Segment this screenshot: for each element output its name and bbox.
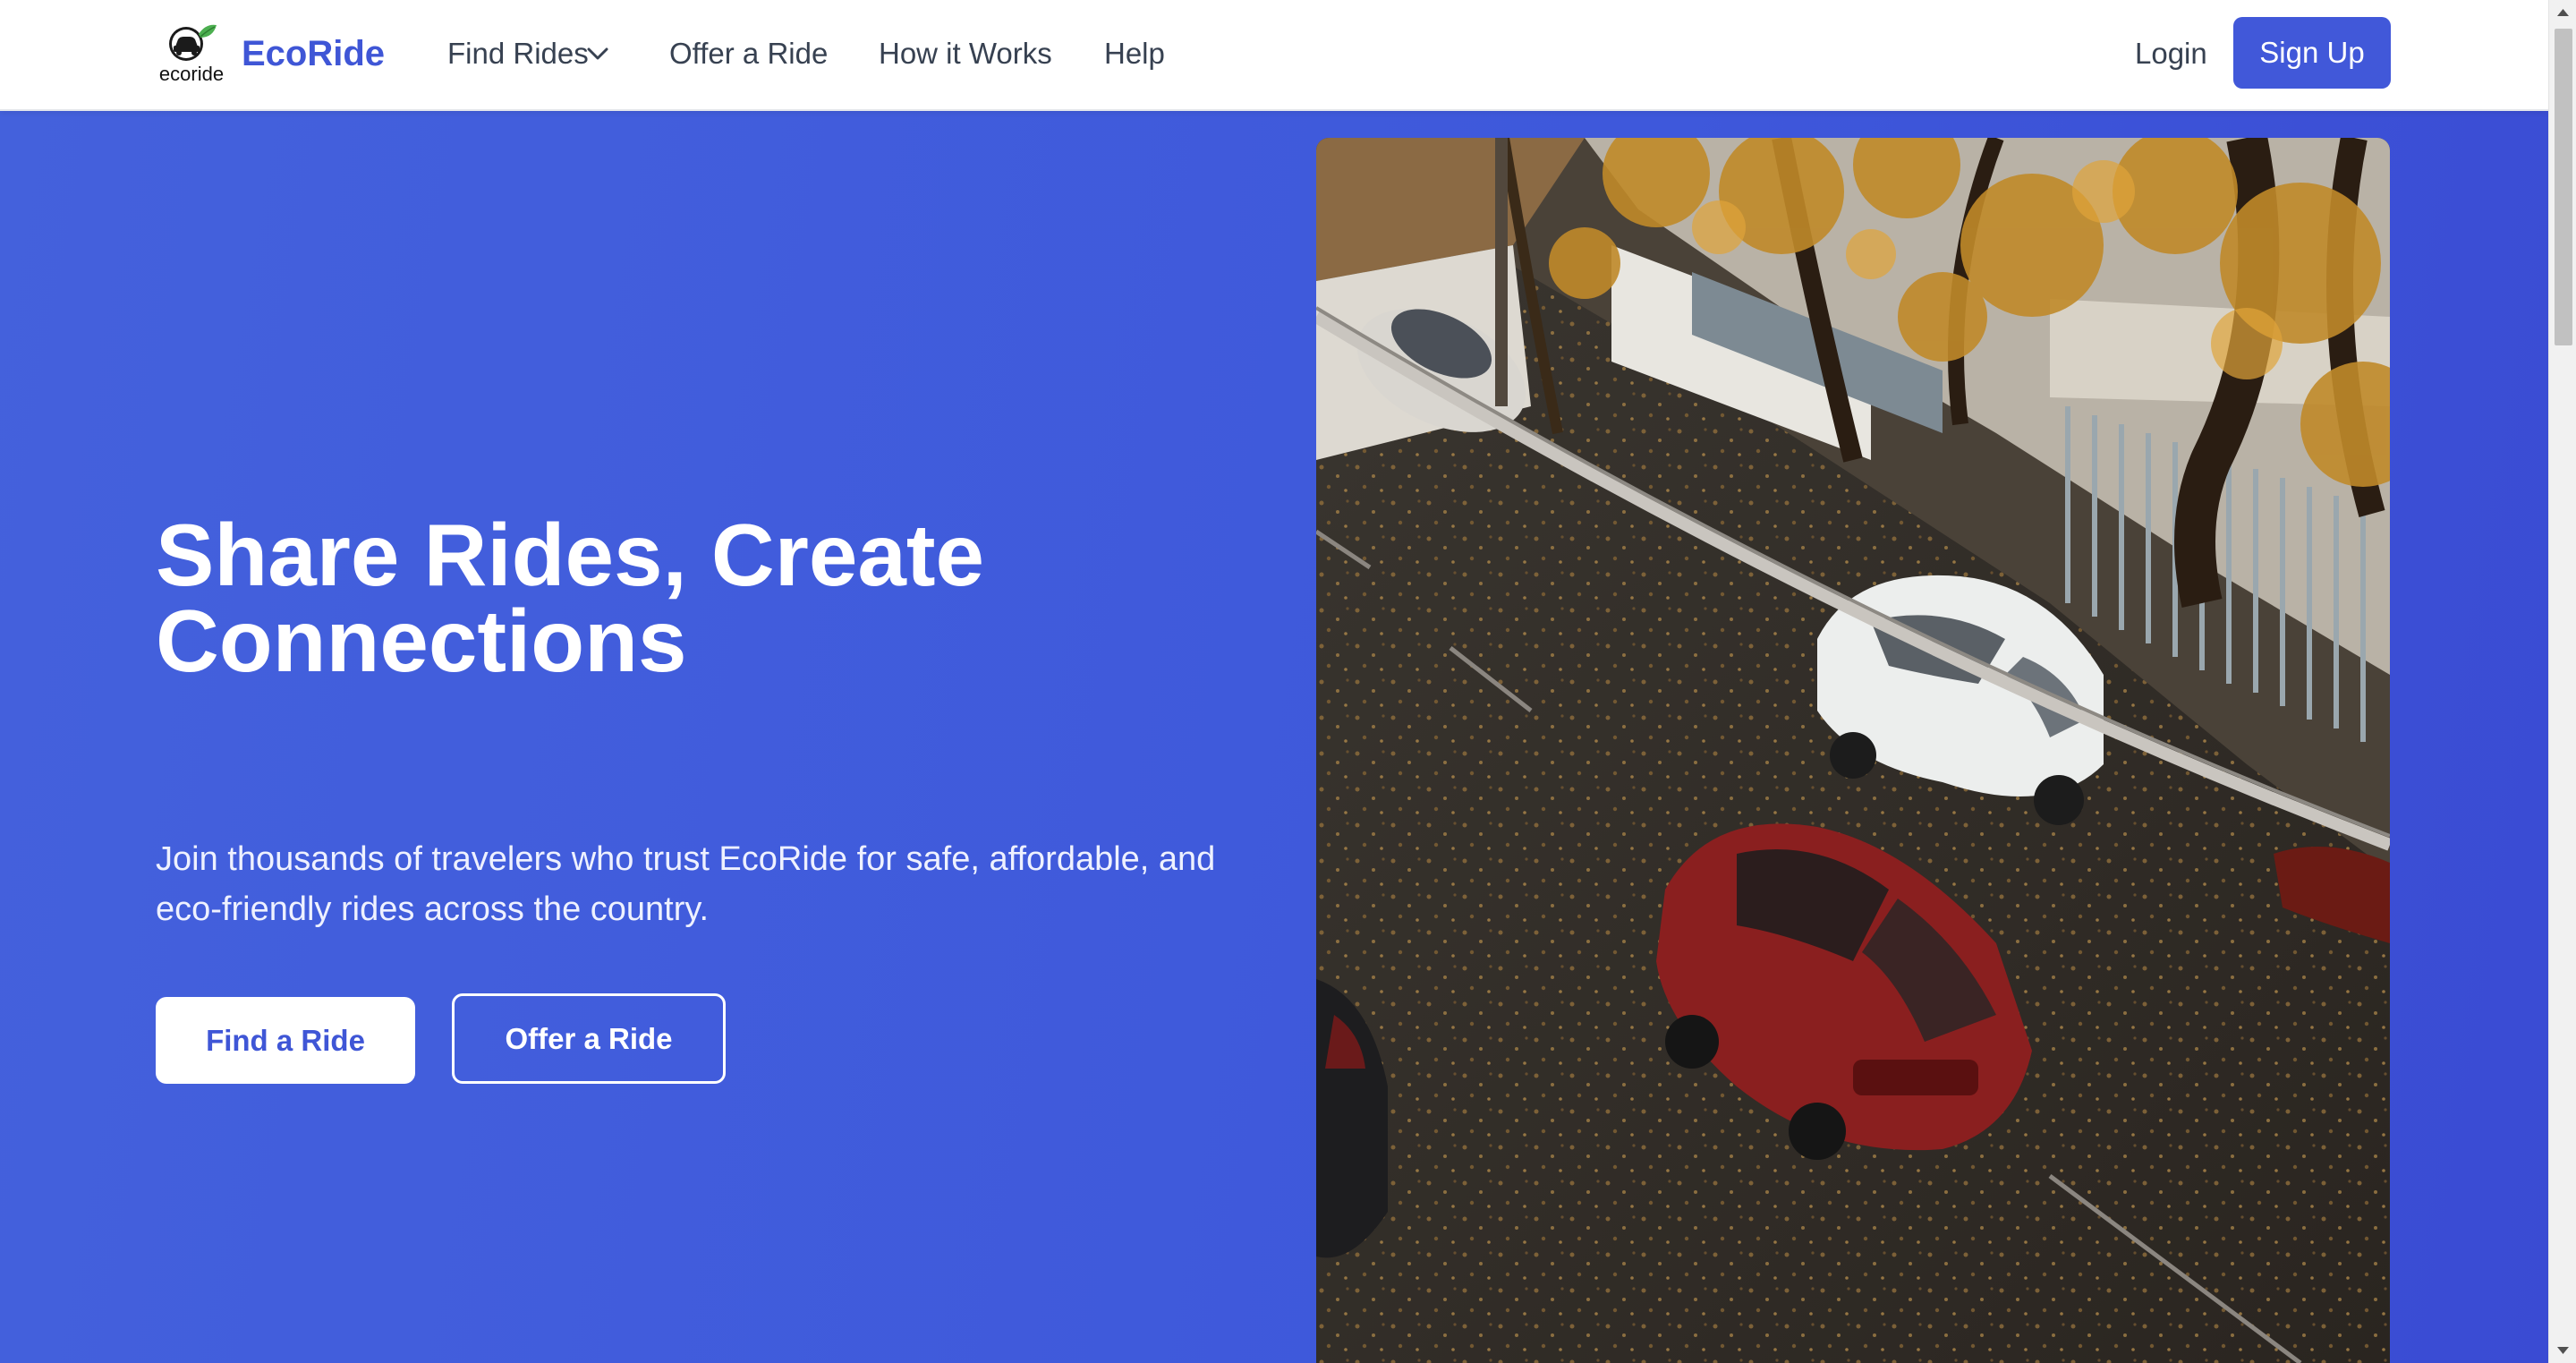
offer-ride-button[interactable]: Offer a Ride xyxy=(452,993,726,1084)
chevron-down-icon[interactable] xyxy=(583,43,612,64)
find-ride-button[interactable]: Find a Ride xyxy=(156,997,415,1084)
street-with-parked-cars-image xyxy=(1316,138,2390,1363)
nav-how-it-works[interactable]: How it Works xyxy=(879,27,1052,81)
brand-name[interactable]: EcoRide xyxy=(242,27,385,81)
login-link[interactable]: Login xyxy=(2135,27,2207,81)
hero-subtext: Join thousands of travelers who trust Ec… xyxy=(156,840,1216,928)
car-leaf-logo-icon: ecoride xyxy=(159,24,224,85)
street-photo xyxy=(1316,138,2390,1363)
ecoride-logo[interactable]: ecoride xyxy=(156,20,227,88)
scrollbar-thumb[interactable] xyxy=(2555,29,2572,345)
page: ecoride EcoRide Find Rides Offer a Ride … xyxy=(0,0,2548,1363)
nav-offer-ride[interactable]: Offer a Ride xyxy=(669,27,828,81)
headline-line-2: Connections xyxy=(156,592,687,690)
scroll-up-arrow-icon[interactable] xyxy=(2549,0,2576,25)
nav-find-rides[interactable]: Find Rides xyxy=(447,27,589,81)
vertical-scrollbar[interactable] xyxy=(2548,0,2576,1363)
signup-button[interactable]: Sign Up xyxy=(2233,17,2391,89)
nav-help[interactable]: Help xyxy=(1104,27,1165,81)
hero-headline: Share Rides, Create Connections xyxy=(156,511,1301,685)
headline-line-1: Share Rides, Create xyxy=(156,506,984,604)
scroll-down-arrow-icon[interactable] xyxy=(2549,1338,2576,1363)
navbar: ecoride EcoRide Find Rides Offer a Ride … xyxy=(0,0,2548,111)
logo-text: ecoride xyxy=(159,63,224,85)
